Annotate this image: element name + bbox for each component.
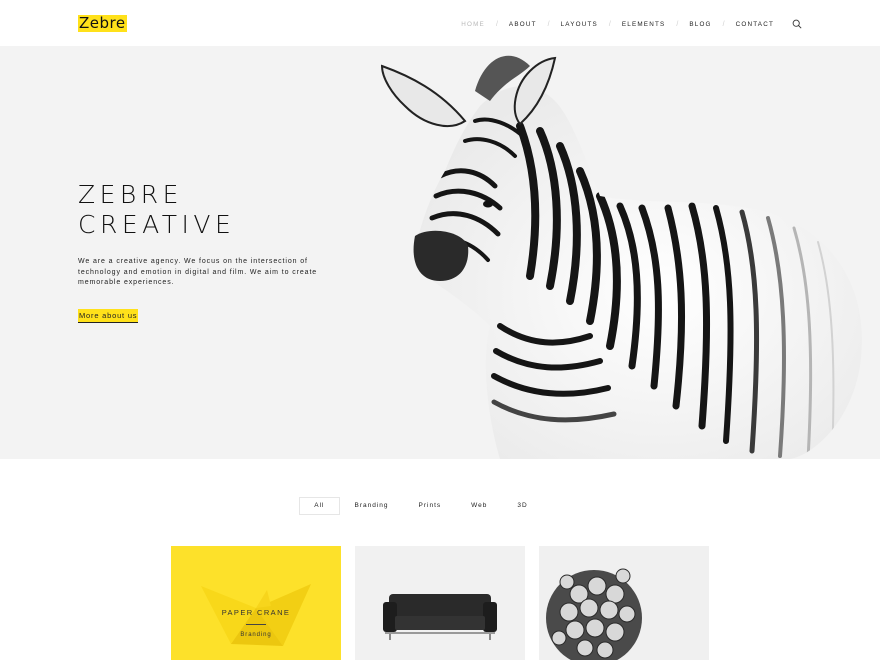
portfolio-item-paper-crane[interactable]: PAPER CRANE Branding: [171, 546, 341, 660]
main-nav: HOME / ABOUT / LAYOUTS / ELEMENTS / BLOG…: [461, 17, 802, 31]
hero-title-line-1: ZEBRE: [78, 180, 183, 209]
filter-prints[interactable]: Prints: [404, 497, 457, 515]
filter-3d[interactable]: 3D: [502, 497, 542, 515]
zebra-photo: [380, 55, 862, 459]
nav-item-blog[interactable]: BLOG: [689, 21, 711, 28]
nav-separator: /: [676, 20, 679, 28]
portfolio-item-category: Branding: [240, 632, 272, 638]
more-about-us-button[interactable]: More about us: [78, 309, 139, 323]
paper-crane-image: [201, 584, 311, 646]
divider: [246, 624, 266, 625]
hero-title: ZEBRE CREATIVE: [78, 180, 235, 240]
nav-item-about[interactable]: ABOUT: [509, 21, 537, 28]
nav-item-contact[interactable]: CONTACT: [736, 21, 774, 28]
nav-item-layouts[interactable]: LAYOUTS: [561, 21, 598, 28]
site-header: Zebre HOME / ABOUT / LAYOUTS / ELEMENTS …: [0, 0, 880, 46]
hydrangea-flower-image: [546, 568, 642, 660]
nav-separator: /: [547, 20, 550, 28]
site-logo[interactable]: Zebre: [78, 15, 127, 32]
sofa-image: [383, 594, 497, 640]
portfolio-item-title: PAPER CRANE: [221, 608, 291, 617]
filter-all[interactable]: All: [299, 497, 340, 515]
nav-separator: /: [495, 20, 498, 28]
portfolio-filters: All Branding Prints Web 3D: [0, 497, 880, 515]
filter-web[interactable]: Web: [456, 497, 502, 515]
hero-section: ZEBRE CREATIVE We are a creative agency.…: [0, 46, 880, 459]
portfolio-item-flower[interactable]: [539, 546, 709, 660]
filter-branding[interactable]: Branding: [340, 497, 404, 515]
search-icon[interactable]: [792, 19, 802, 29]
hero-title-line-2: CREATIVE: [78, 210, 236, 239]
nav-item-elements[interactable]: ELEMENTS: [622, 21, 666, 28]
hero-description: We are a creative agency. We focus on th…: [78, 258, 318, 286]
nav-separator: /: [722, 20, 725, 28]
nav-item-home[interactable]: HOME: [461, 21, 485, 28]
nav-separator: /: [608, 20, 611, 28]
portfolio-item-sofa[interactable]: [355, 546, 525, 660]
